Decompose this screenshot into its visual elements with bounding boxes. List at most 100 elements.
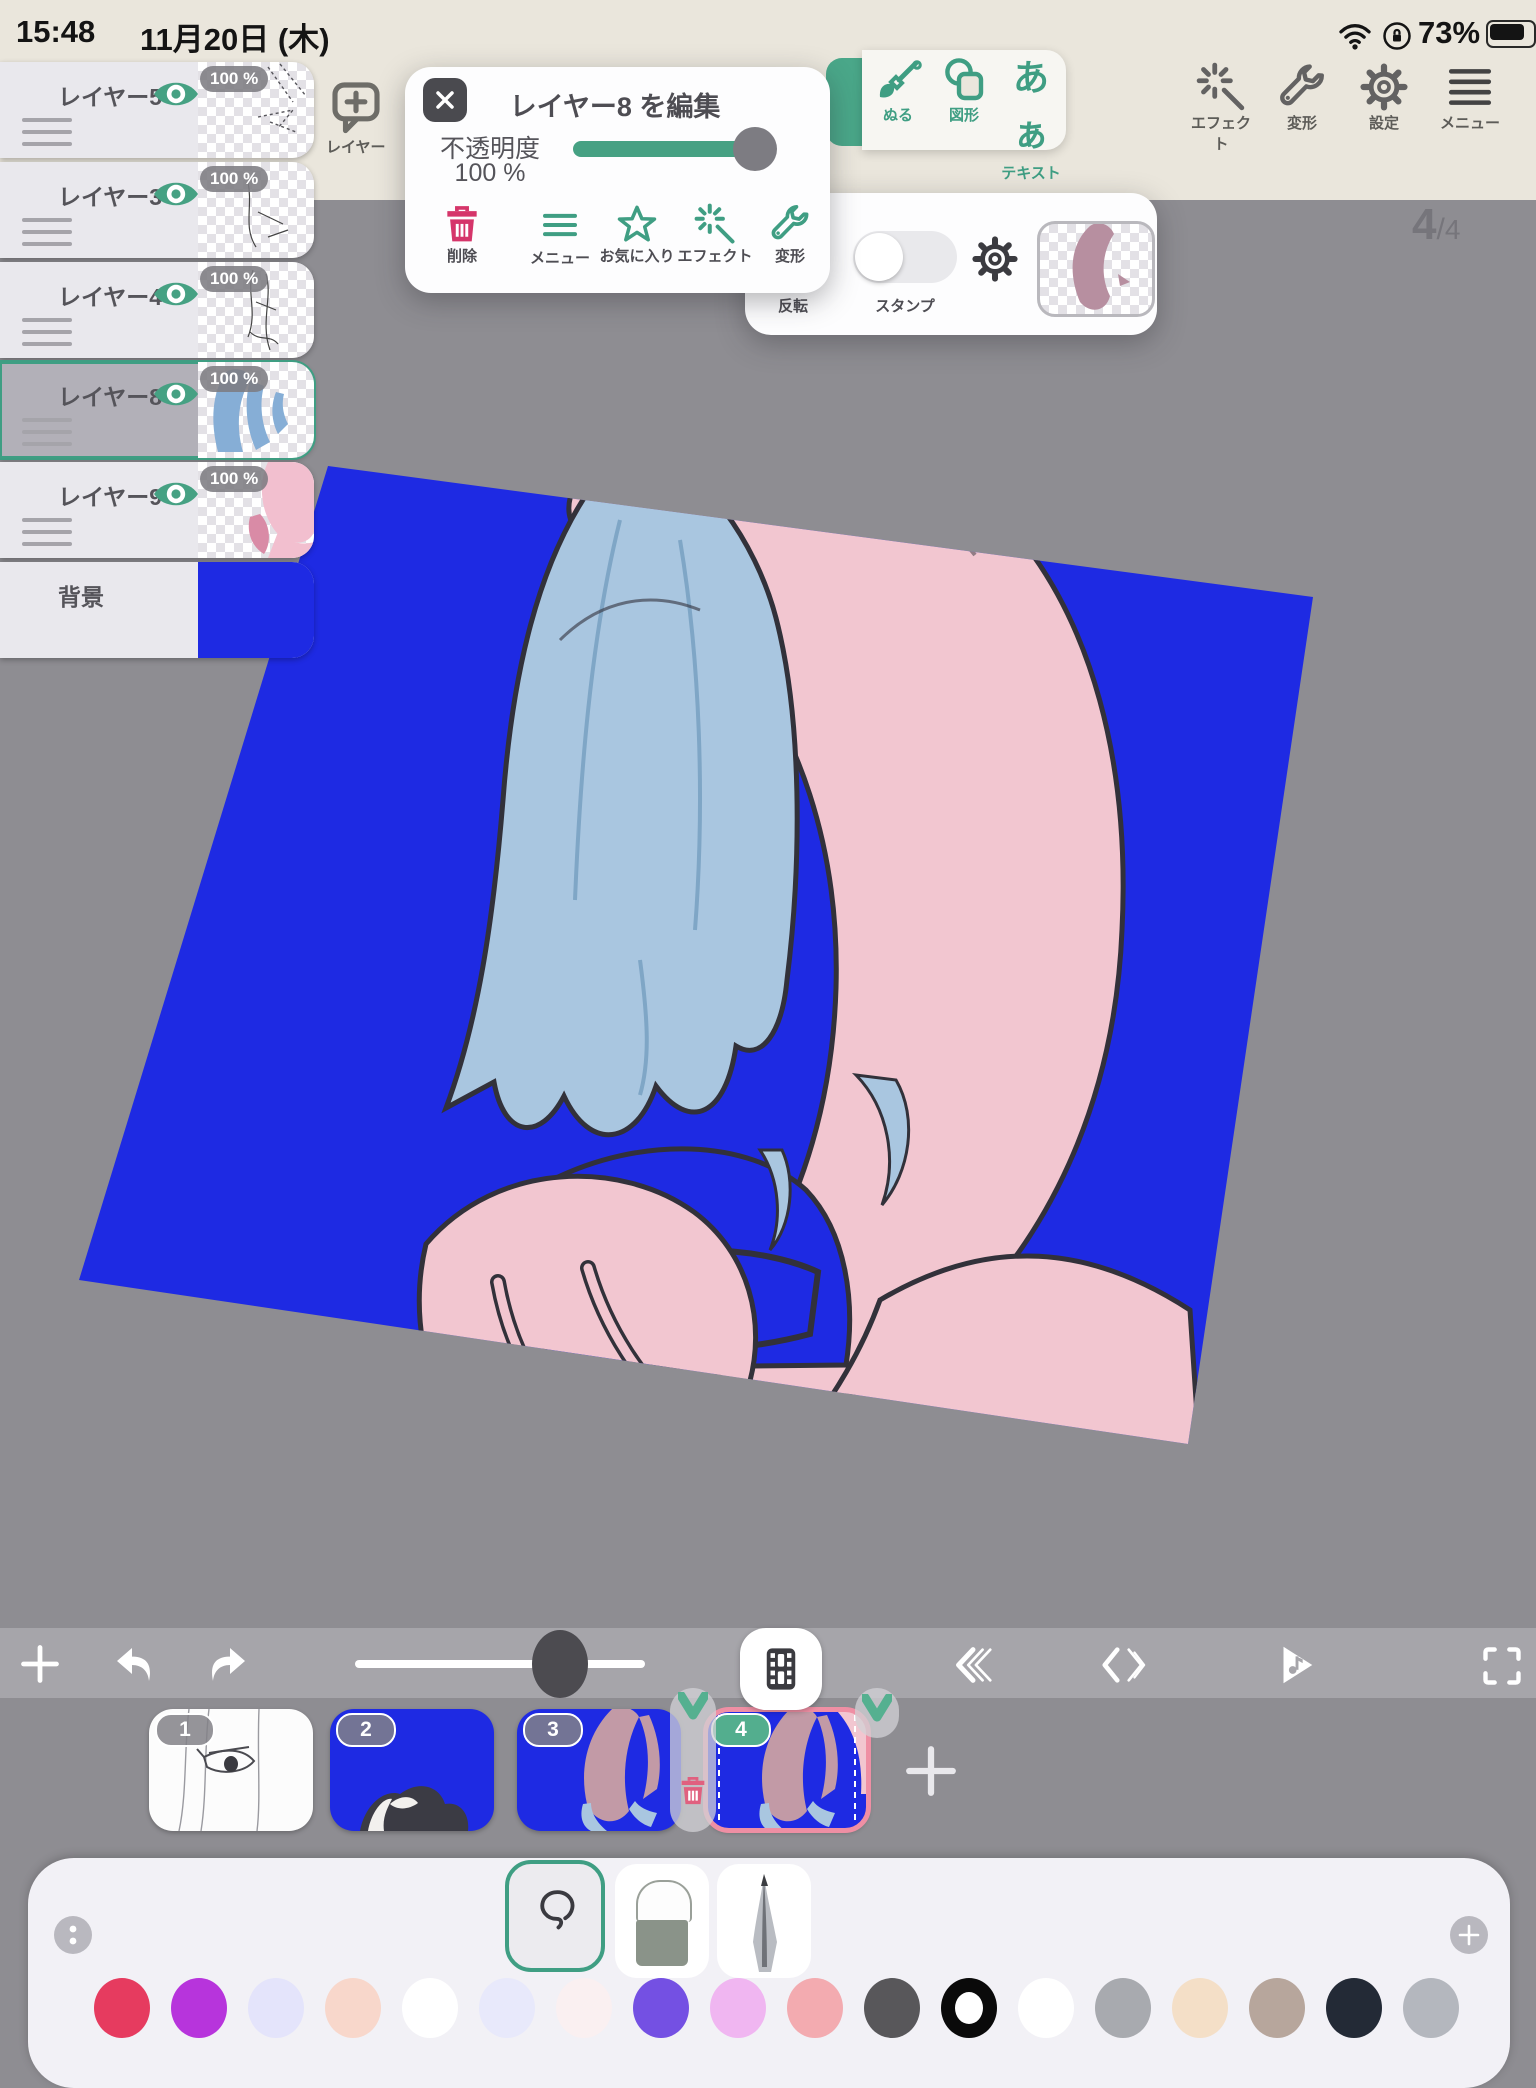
layer-name: レイヤー3 <box>58 184 163 210</box>
color-swatch[interactable] <box>1172 1978 1228 2038</box>
color-swatch[interactable] <box>1326 1978 1382 2038</box>
layer-menu-button[interactable]: メニュー <box>527 205 593 268</box>
opacity-slider-track[interactable] <box>573 141 755 157</box>
layer-row-selected[interactable]: レイヤー8 100 % <box>0 360 316 460</box>
menu-button[interactable]: メニュー <box>1430 62 1510 133</box>
frame-3[interactable]: 3 <box>517 1709 681 1831</box>
color-swatch[interactable] <box>94 1978 150 2038</box>
redo-button[interactable] <box>204 1640 252 1688</box>
onion-marker-left-icon[interactable] <box>678 1692 708 1720</box>
color-swatch[interactable] <box>325 1978 381 2038</box>
delete-frame-icon[interactable] <box>676 1770 710 1810</box>
page-separator: / <box>1436 213 1445 246</box>
menu-label: メニュー <box>1439 115 1500 132</box>
color-swatch[interactable] <box>633 1978 689 2038</box>
lasso-tool-selected[interactable] <box>505 1860 605 1972</box>
settings-button[interactable]: 設定 <box>1348 62 1420 133</box>
add-color-button[interactable] <box>1450 1916 1488 1954</box>
layer-row[interactable]: レイヤー3 100 % <box>0 162 314 258</box>
color-swatch[interactable] <box>479 1978 535 2038</box>
text-tool-label: テキスト <box>1001 165 1061 182</box>
layer-visibility-icon[interactable] <box>152 476 200 512</box>
add-layer-label: レイヤー <box>326 139 386 156</box>
color-swatch[interactable] <box>556 1978 612 2038</box>
frame-number-badge: 1 <box>155 1713 215 1747</box>
wrench-icon <box>768 203 812 245</box>
layer-drag-handle[interactable] <box>22 318 72 354</box>
layer-visibility-icon[interactable] <box>152 376 200 412</box>
rotation-lock-icon <box>1382 21 1412 51</box>
color-swatch-ring[interactable] <box>941 1978 997 2038</box>
plus-icon <box>1457 1923 1481 1947</box>
layer-effect-button[interactable]: エフェクト <box>677 203 753 266</box>
color-swatch[interactable] <box>402 1978 458 2038</box>
transform-label: 変形 <box>774 248 805 265</box>
play-button[interactable] <box>1272 1642 1318 1688</box>
menu-lines-icon <box>539 205 581 245</box>
paint-tool-button[interactable]: ぬる <box>866 56 930 125</box>
color-swatch[interactable] <box>864 1978 920 2038</box>
frame-2[interactable]: 2 <box>330 1709 494 1831</box>
stamp-thumbnail[interactable] <box>1037 221 1155 317</box>
layer-visibility-icon[interactable] <box>152 176 200 212</box>
color-swatch[interactable] <box>710 1978 766 2038</box>
layer-visibility-icon[interactable] <box>152 76 200 112</box>
add-layer-button[interactable]: レイヤー <box>326 78 386 157</box>
timeline-slider-track[interactable] <box>355 1660 645 1668</box>
palette-drag-handle[interactable] <box>54 1916 92 1954</box>
edit-layer-popup: レイヤー8 を編集 不透明度 100 % 削除 メニュー お気に入り エフェクト… <box>405 67 830 293</box>
transform-button[interactable]: 変形 <box>1266 62 1338 133</box>
skip-back-icon[interactable] <box>950 1642 996 1688</box>
layer-row[interactable]: レイヤー5 100 % <box>0 62 314 158</box>
text-tool-button[interactable]: あぁ テキスト <box>998 50 1064 183</box>
frames-mode-button[interactable] <box>740 1628 822 1710</box>
layer-opacity-badge: 100 % <box>200 266 269 292</box>
layer-drag-handle[interactable] <box>22 218 72 254</box>
layer-row[interactable]: レイヤー4 100 % <box>0 262 314 358</box>
layer-row[interactable]: レイヤー9 100 % <box>0 462 314 558</box>
layer-visibility-icon[interactable] <box>152 276 200 312</box>
layer-opacity-badge: 100 % <box>200 66 269 92</box>
color-swatch[interactable] <box>1249 1978 1305 2038</box>
effect-label: エフェクト <box>677 248 753 265</box>
undo-button[interactable] <box>110 1640 158 1688</box>
delete-layer-button[interactable]: 削除 <box>429 201 495 266</box>
layer-opacity-badge: 100 % <box>200 466 269 492</box>
color-swatch[interactable] <box>248 1978 304 2038</box>
stamp-settings-gear-icon[interactable] <box>971 235 1019 283</box>
opacity-slider-knob[interactable] <box>733 127 777 171</box>
frame-4-selected[interactable]: 4 <box>703 1707 871 1833</box>
add-frame-button[interactable] <box>902 1742 960 1800</box>
close-popup-button[interactable] <box>423 78 467 122</box>
settings-label: 設定 <box>1368 115 1399 132</box>
layer-name: レイヤー4 <box>58 284 163 310</box>
frame-1[interactable]: 1 <box>149 1709 313 1831</box>
eraser-tool[interactable] <box>615 1864 709 1978</box>
color-swatch[interactable] <box>787 1978 843 2038</box>
layer-drag-handle[interactable] <box>22 118 72 154</box>
shape-tool-button[interactable]: 図形 <box>932 56 996 125</box>
effect-button[interactable]: エフェクト <box>1185 62 1257 154</box>
stamp-toggle[interactable] <box>853 231 957 283</box>
onion-skin-icon[interactable] <box>1100 1642 1146 1688</box>
menu-icon <box>1444 62 1496 112</box>
color-swatch[interactable] <box>1403 1978 1459 2038</box>
fullscreen-icon[interactable] <box>1480 1644 1524 1688</box>
stamp-label: スタンプ <box>875 298 935 315</box>
page-current: 4 <box>1412 200 1437 249</box>
add-page-button[interactable] <box>18 1642 62 1686</box>
layer-drag-handle[interactable] <box>22 518 72 554</box>
color-swatch[interactable] <box>171 1978 227 2038</box>
color-swatch[interactable] <box>1095 1978 1151 2038</box>
color-swatch[interactable] <box>1018 1978 1074 2038</box>
layer-drag-handle[interactable] <box>22 418 72 454</box>
layer-row-background[interactable]: 背景 <box>0 562 314 658</box>
layer-transform-button[interactable]: 変形 <box>757 203 823 266</box>
frame-number-badge: 2 <box>336 1713 396 1747</box>
timeline-slider-knob[interactable] <box>532 1630 588 1698</box>
layer-thumbnail[interactable] <box>198 562 314 658</box>
onion-marker-right-icon[interactable] <box>862 1694 892 1722</box>
status-time: 15:48 <box>16 14 96 49</box>
favorite-button[interactable]: お気に入り <box>595 203 679 266</box>
pen-tool[interactable] <box>717 1864 811 1978</box>
